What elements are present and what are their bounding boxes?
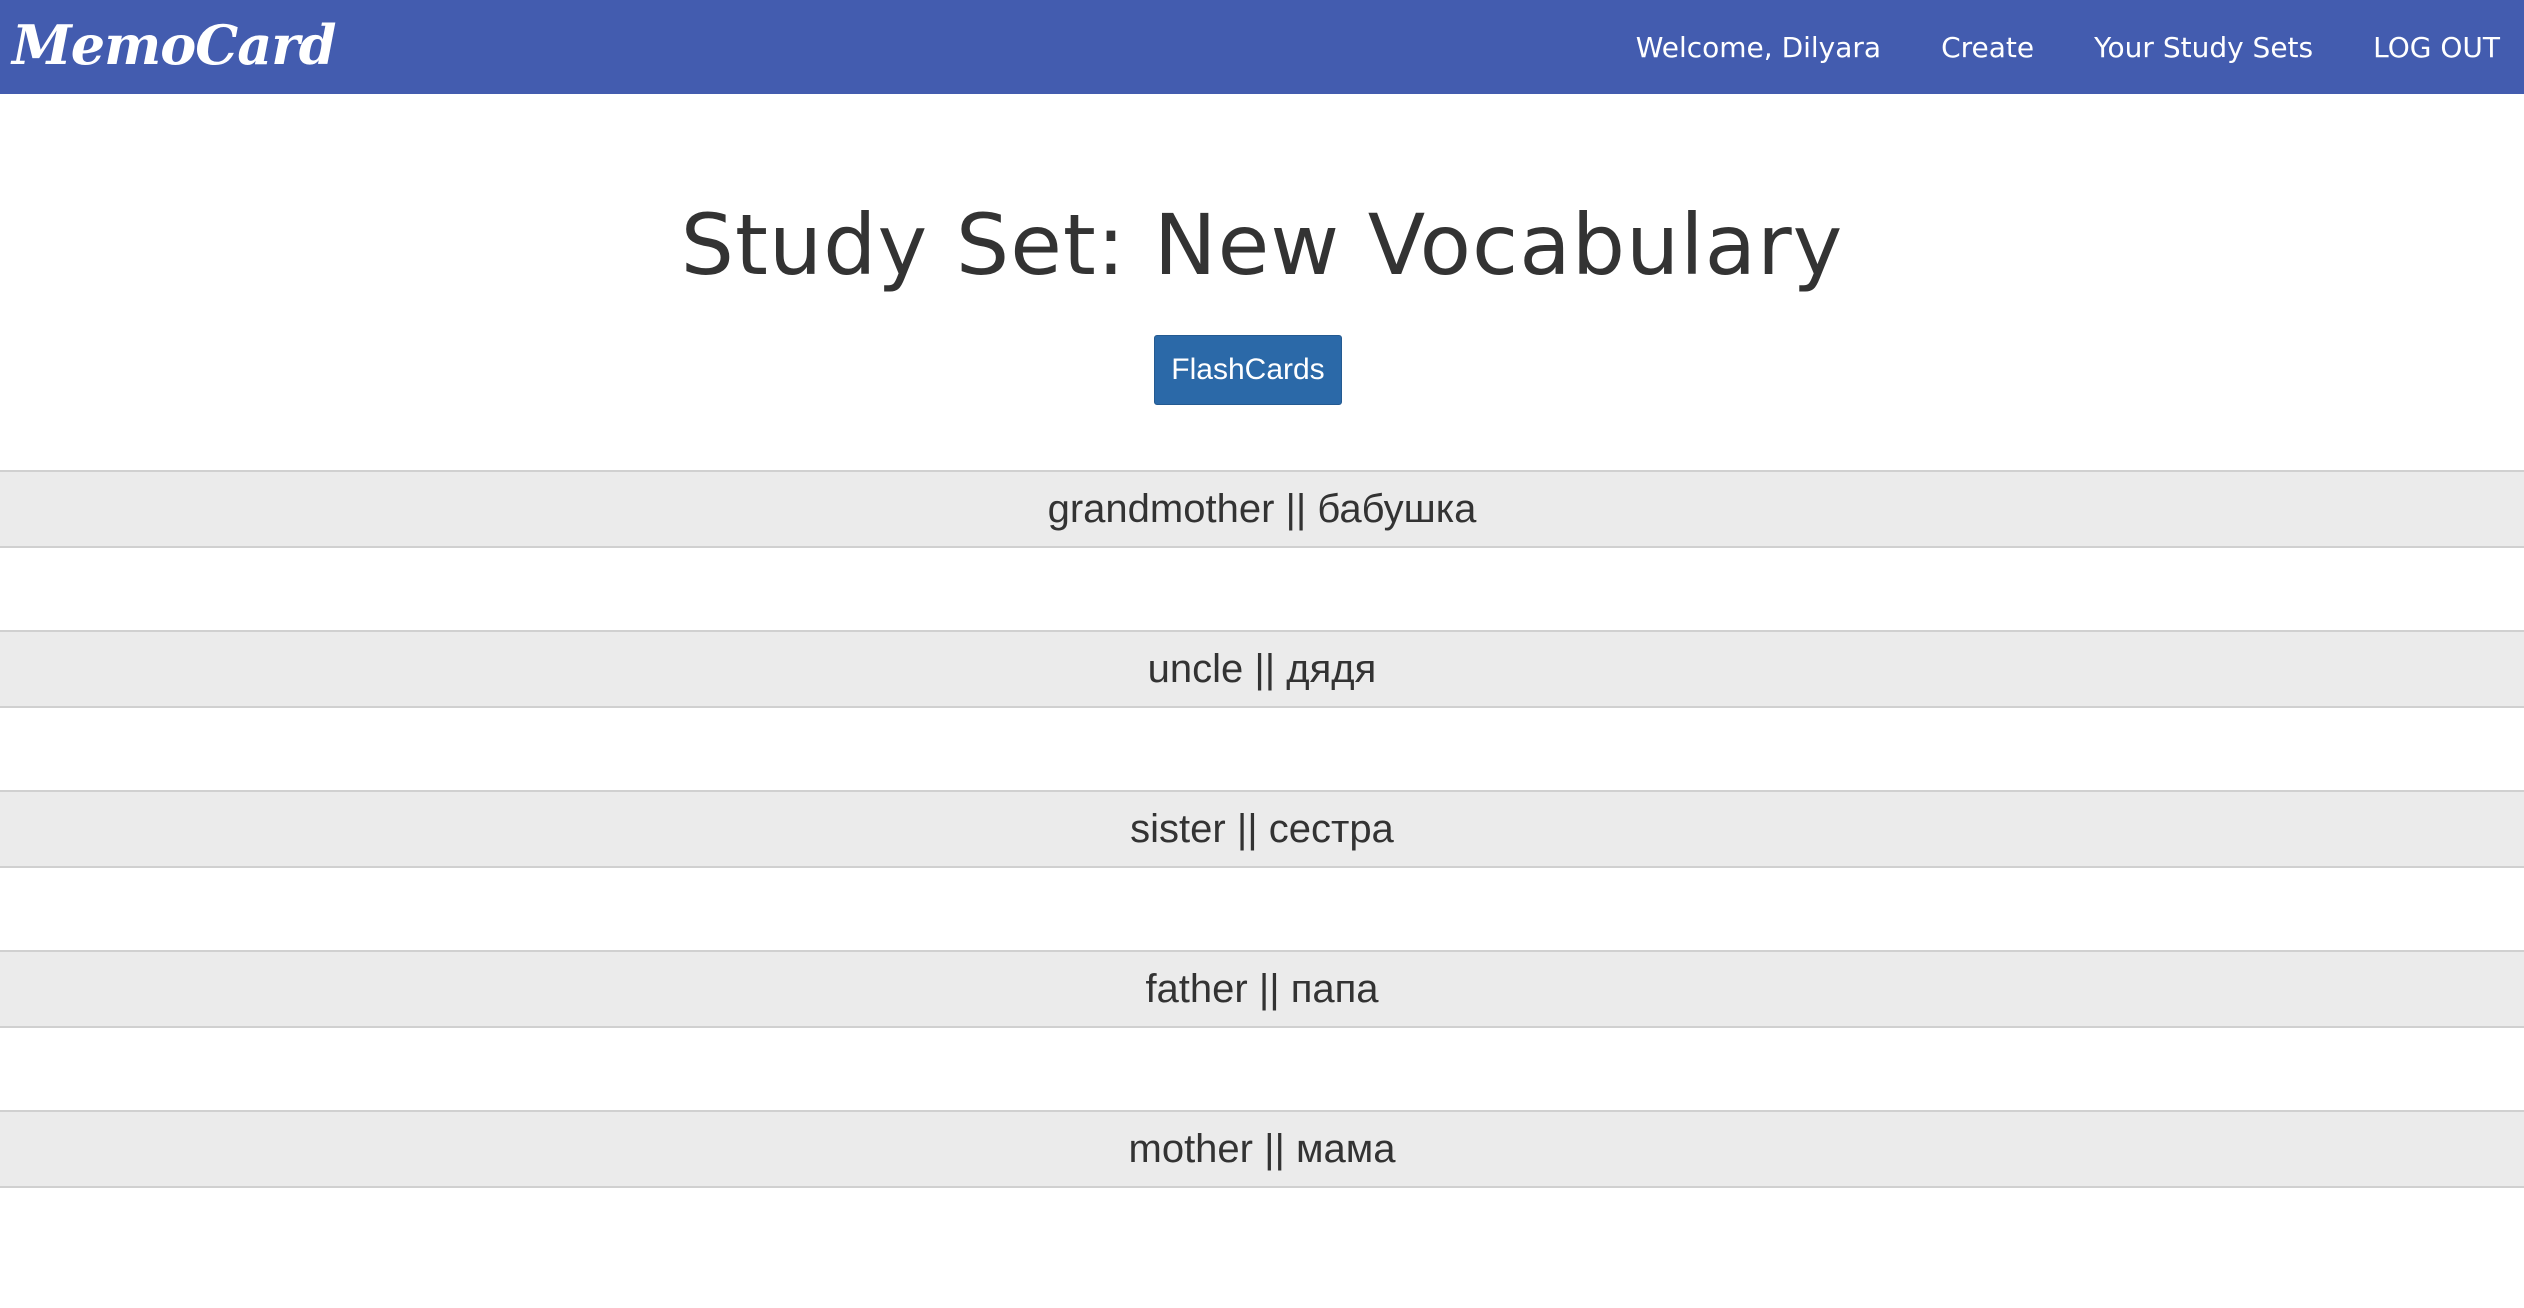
- card-item[interactable]: father || папа: [0, 950, 2524, 1028]
- page-title: Study Set: New Vocabulary: [680, 196, 1844, 294]
- card-item[interactable]: mother || мама: [0, 1110, 2524, 1188]
- brand-logo[interactable]: MemoCard: [12, 10, 336, 80]
- card-list: grandmother || бабушка uncle || дядя sis…: [0, 470, 2524, 1270]
- nav-welcome[interactable]: Welcome, Dilyara: [1636, 31, 1881, 64]
- flashcards-button[interactable]: FlashCards: [1154, 335, 1342, 405]
- card-item[interactable]: sister || сестра: [0, 790, 2524, 868]
- nav-links: Welcome, Dilyara Create Your Study Sets …: [1636, 0, 2500, 94]
- nav-logout[interactable]: LOG OUT: [2373, 31, 2500, 64]
- top-navbar: MemoCard Welcome, Dilyara Create Your St…: [0, 0, 2524, 94]
- nav-create[interactable]: Create: [1941, 31, 2034, 64]
- nav-your-study-sets[interactable]: Your Study Sets: [2094, 31, 2313, 64]
- card-item[interactable]: uncle || дядя: [0, 630, 2524, 708]
- card-item[interactable]: grandmother || бабушка: [0, 470, 2524, 548]
